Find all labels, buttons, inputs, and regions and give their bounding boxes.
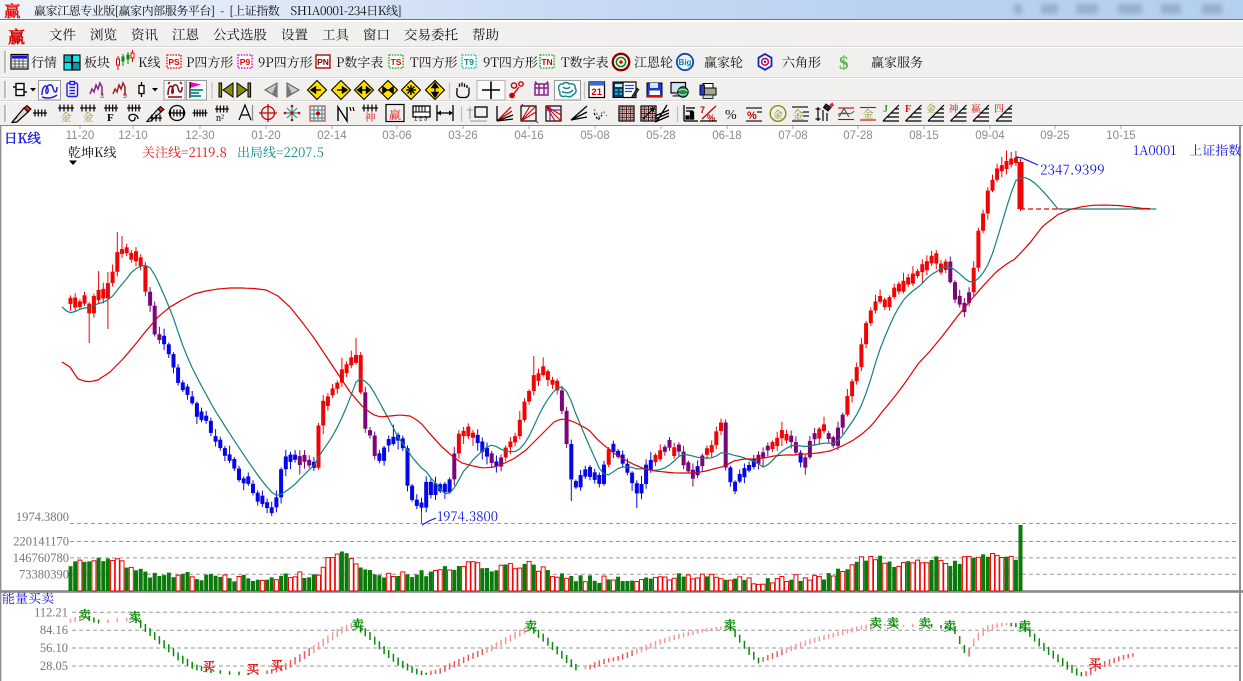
svg-text:12-30: 12-30 (185, 130, 214, 142)
svg-text:F: F (905, 104, 911, 115)
svg-text:n²: n² (216, 113, 224, 124)
svg-text:07-28: 07-28 (843, 130, 872, 142)
svg-text:28.05: 28.05 (40, 659, 68, 673)
svg-text:08-15: 08-15 (909, 130, 938, 142)
svg-text:04-16: 04-16 (514, 130, 543, 142)
svg-text:09-25: 09-25 (1040, 130, 1069, 142)
svg-text:T9: T9 (464, 57, 474, 67)
svg-text:84.16: 84.16 (40, 623, 68, 637)
svg-text:TN: TN (541, 57, 552, 67)
svg-text:12-10: 12-10 (118, 130, 147, 142)
svg-text:06-18: 06-18 (712, 130, 741, 142)
svg-text:1974.3800: 1974.3800 (16, 510, 69, 524)
svg-text:112.21: 112.21 (34, 605, 68, 619)
svg-text:220141170: 220141170 (13, 535, 69, 549)
svg-text:02-14: 02-14 (317, 130, 347, 142)
svg-text:11-20: 11-20 (66, 130, 95, 142)
svg-text:PS: PS (168, 57, 180, 67)
svg-text:$: $ (839, 53, 849, 74)
svg-text:09-04: 09-04 (975, 130, 1005, 142)
svg-text:F: F (107, 112, 114, 124)
svg-text:9: 9 (123, 93, 127, 100)
svg-text:Big: Big (679, 58, 692, 67)
svg-text:146760780: 146760780 (13, 551, 69, 565)
svg-text:PN: PN (317, 57, 329, 67)
svg-text:07-08: 07-08 (778, 130, 807, 142)
svg-text:7: 7 (700, 105, 705, 115)
svg-text:03-26: 03-26 (448, 130, 477, 142)
svg-text:56.10: 56.10 (40, 641, 68, 655)
svg-text:%: % (747, 110, 757, 122)
svg-text:05-08: 05-08 (580, 130, 609, 142)
svg-text:1 2 3: 1 2 3 (414, 117, 428, 123)
svg-text:10-15: 10-15 (1106, 130, 1135, 142)
svg-text:73380390: 73380390 (19, 567, 69, 581)
svg-text:05-28: 05-28 (646, 130, 675, 142)
svg-text:J: J (883, 104, 888, 115)
svg-text:3: 3 (100, 93, 104, 100)
svg-text:21: 21 (591, 87, 602, 98)
svg-text:P9: P9 (240, 57, 251, 67)
svg-text:03-06: 03-06 (382, 130, 411, 142)
svg-text:01-20: 01-20 (251, 130, 280, 142)
svg-text:TS: TS (391, 57, 402, 67)
svg-text:%: % (725, 108, 737, 123)
